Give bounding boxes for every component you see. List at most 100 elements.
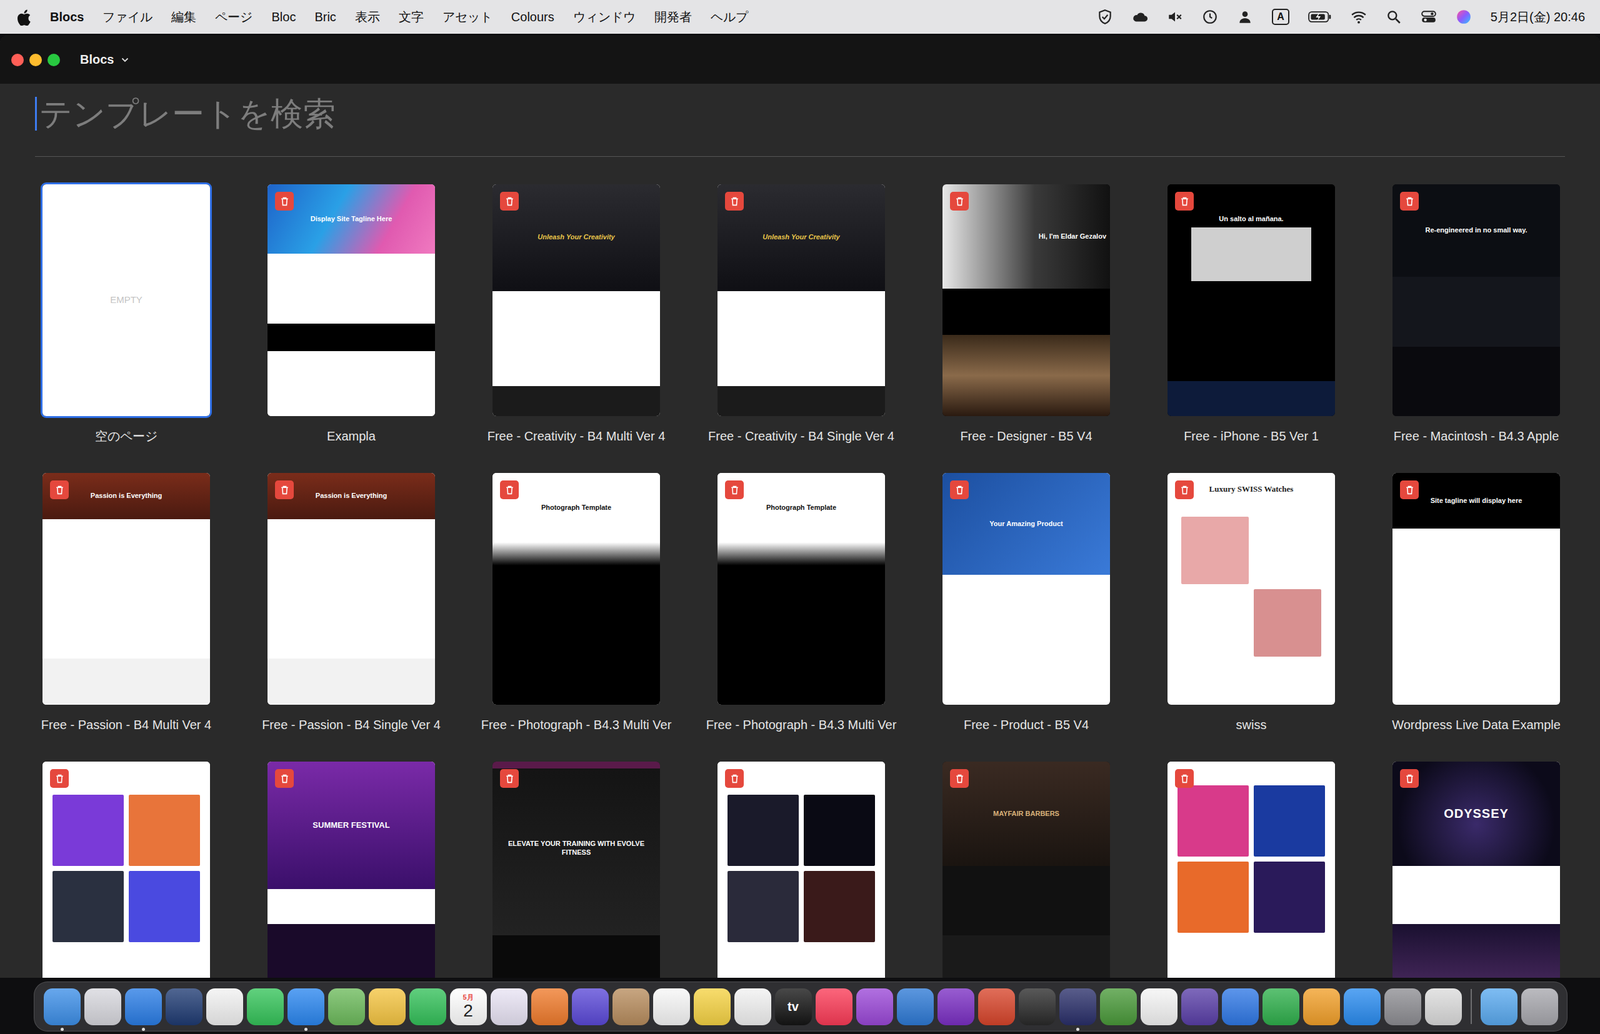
template-card[interactable]: Passion is Everything xyxy=(267,473,435,705)
delete-button[interactable] xyxy=(1400,480,1419,500)
close-button[interactable] xyxy=(11,53,24,67)
template-item[interactable]: Photograph Template Free - Photograph - … xyxy=(688,473,914,733)
window-title[interactable]: Blocs xyxy=(80,52,129,67)
app-icon[interactable] xyxy=(1303,988,1340,1026)
app-icon[interactable] xyxy=(43,988,81,1026)
dock-item[interactable] xyxy=(1140,988,1178,1026)
dock-item[interactable] xyxy=(856,988,894,1026)
app-icon[interactable] xyxy=(937,988,975,1026)
app-icon[interactable] xyxy=(206,988,244,1026)
control-center-icon[interactable] xyxy=(1420,8,1437,25)
dock-item[interactable] xyxy=(490,988,528,1026)
dock-item[interactable] xyxy=(1343,988,1381,1026)
dock-item[interactable] xyxy=(1018,988,1056,1026)
dock-item[interactable] xyxy=(531,988,569,1026)
template-item[interactable]: Photograph Template Free - Photograph - … xyxy=(463,473,689,733)
menu-item[interactable]: Bloc xyxy=(271,10,296,25)
app-icon[interactable] xyxy=(1140,988,1178,1026)
template-item[interactable]: ODYSSEY xyxy=(1363,761,1589,979)
menu-item[interactable]: ファイル xyxy=(102,8,153,26)
search-icon[interactable] xyxy=(1385,8,1402,25)
template-card[interactable]: Display Site Tagline Here xyxy=(267,184,435,417)
app-icon[interactable] xyxy=(1059,988,1097,1026)
app-icon[interactable] xyxy=(896,988,934,1026)
dock-item[interactable] xyxy=(328,988,365,1026)
dock-item[interactable] xyxy=(1303,988,1340,1026)
app-icon[interactable] xyxy=(490,988,528,1026)
delete-button[interactable] xyxy=(725,769,744,789)
dock-item[interactable] xyxy=(1384,988,1422,1026)
app-icon[interactable] xyxy=(125,988,162,1026)
delete-button[interactable] xyxy=(50,480,69,500)
template-card[interactable]: Unleash Your Creativity xyxy=(492,184,660,417)
search-input[interactable] xyxy=(39,93,1565,134)
menu-item[interactable]: 文字 xyxy=(398,8,424,26)
template-item[interactable]: Your Amazing Product Free - Product - B5… xyxy=(913,473,1139,733)
app-icon[interactable] xyxy=(653,988,690,1026)
app-icon[interactable] xyxy=(978,988,1015,1026)
template-card[interactable]: Luxury SWISS Watches xyxy=(1167,473,1335,705)
app-icon[interactable] xyxy=(1100,988,1137,1026)
template-card[interactable]: Site tagline will display here xyxy=(1392,473,1560,705)
dock-item[interactable] xyxy=(206,988,244,1026)
dock-item[interactable] xyxy=(571,988,609,1026)
delete-button[interactable] xyxy=(1175,769,1194,789)
minimize-button[interactable] xyxy=(29,53,42,67)
template-card[interactable]: MAYFAIR BARBERS xyxy=(942,761,1110,979)
template-card[interactable]: ELEVATE YOUR TRAINING WITH EVOLVE FITNES… xyxy=(492,761,660,979)
dock-item[interactable]: tv xyxy=(775,988,812,1026)
delete-button[interactable] xyxy=(500,480,519,500)
delete-button[interactable] xyxy=(950,769,969,789)
menu-item[interactable]: ページ xyxy=(215,8,253,26)
app-icon[interactable] xyxy=(287,988,325,1026)
delete-button[interactable] xyxy=(275,769,294,789)
template-item[interactable]: Unleash Your Creativity Free - Creativit… xyxy=(688,184,914,444)
dock-item[interactable] xyxy=(43,988,81,1026)
cloud-icon[interactable] xyxy=(1131,8,1149,25)
template-item[interactable]: Re-engineered in no small way. Free - Ma… xyxy=(1363,184,1589,444)
shield-icon[interactable] xyxy=(1096,8,1114,25)
delete-button[interactable] xyxy=(275,480,294,500)
delete-button[interactable] xyxy=(725,191,744,211)
template-item[interactable]: SUMMER FESTIVAL xyxy=(238,761,464,979)
dock-item[interactable] xyxy=(1480,988,1518,1026)
dock-item[interactable] xyxy=(612,988,650,1026)
clock[interactable]: 5月2日(金) 20:46 xyxy=(1490,8,1585,26)
dock-item[interactable] xyxy=(1181,988,1219,1026)
template-item[interactable]: EMPTY 空のページ xyxy=(13,184,239,444)
app-icon[interactable] xyxy=(612,988,650,1026)
dock-item[interactable] xyxy=(653,988,690,1026)
app-icon[interactable] xyxy=(246,988,284,1026)
delete-button[interactable] xyxy=(725,480,744,500)
dock-item[interactable] xyxy=(125,988,162,1026)
user-icon[interactable] xyxy=(1236,8,1254,25)
delete-button[interactable] xyxy=(1400,191,1419,211)
template-card[interactable]: Passion is Everything xyxy=(42,473,210,705)
menu-item[interactable]: Colours xyxy=(511,10,555,25)
app-icon[interactable] xyxy=(1480,988,1518,1026)
dock-item[interactable] xyxy=(815,988,853,1026)
template-card[interactable]: Hi, I'm Eldar Gezalov xyxy=(942,184,1110,417)
template-item[interactable]: Site tagline will display here Wordpress… xyxy=(1363,473,1589,733)
delete-button[interactable] xyxy=(950,480,969,500)
delete-button[interactable] xyxy=(500,769,519,789)
input-source[interactable]: A xyxy=(1271,8,1290,25)
menu-item[interactable]: ウィンドウ xyxy=(573,8,636,26)
template-item[interactable] xyxy=(13,761,239,979)
app-icon[interactable] xyxy=(571,988,609,1026)
dock-item[interactable] xyxy=(1521,988,1559,1026)
dock-item[interactable] xyxy=(84,988,122,1026)
template-card[interactable]: Unleash Your Creativity xyxy=(717,184,885,417)
dock-item[interactable] xyxy=(287,988,325,1026)
template-item[interactable]: Luxury SWISS Watches swiss xyxy=(1138,473,1364,733)
wifi-icon[interactable] xyxy=(1350,8,1367,25)
app-icon[interactable] xyxy=(1425,988,1462,1026)
app-icon[interactable] xyxy=(368,988,406,1026)
app-icon[interactable] xyxy=(1018,988,1056,1026)
app-icon[interactable] xyxy=(409,988,447,1026)
template-item[interactable]: Passion is Everything Free - Passion - B… xyxy=(238,473,464,733)
menu-item[interactable]: アセット xyxy=(442,8,493,26)
template-item[interactable]: Hi, I'm Eldar Gezalov Free - Designer - … xyxy=(913,184,1139,444)
app-icon[interactable] xyxy=(165,988,203,1026)
dock-item[interactable] xyxy=(165,988,203,1026)
